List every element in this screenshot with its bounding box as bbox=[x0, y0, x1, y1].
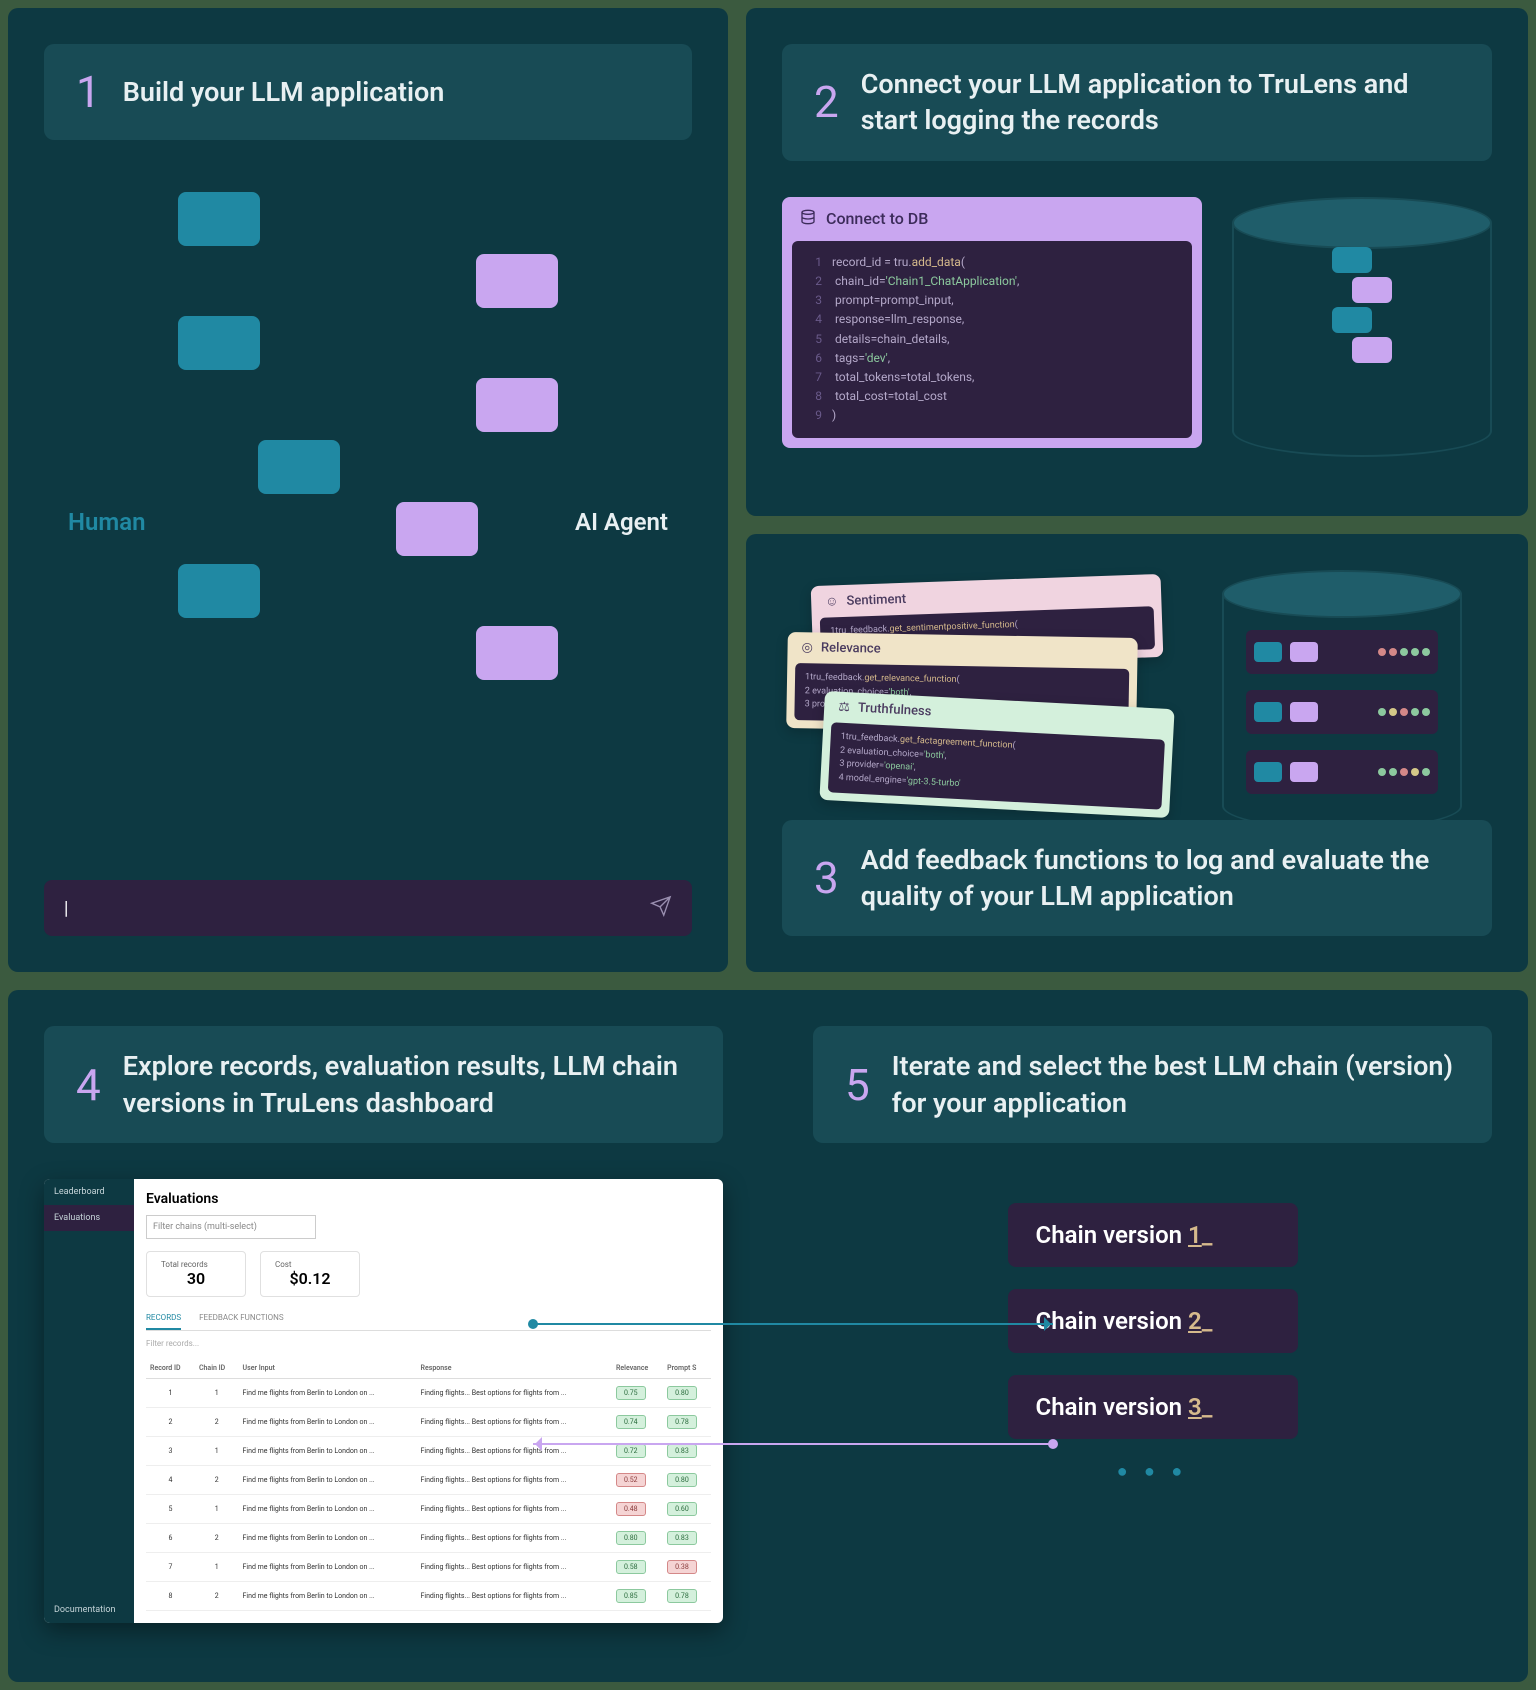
table-row[interactable]: 22Find me flights from Berlin to London … bbox=[146, 1408, 711, 1437]
step-4-card: 4 Explore records, evaluation results, L… bbox=[44, 1026, 723, 1143]
dashboard-tabs: RECORDS FEEDBACK FUNCTIONS bbox=[146, 1313, 711, 1331]
code-block: 1record_id = tru.add_data(2 chain_id='Ch… bbox=[792, 241, 1192, 438]
table-row[interactable]: 82Find me flights from Berlin to London … bbox=[146, 1582, 711, 1611]
feedback-icon: ☺ bbox=[825, 593, 839, 609]
table-row[interactable]: 11Find me flights from Berlin to London … bbox=[146, 1379, 711, 1408]
chain-version[interactable]: Chain version 3_ bbox=[1008, 1375, 1298, 1439]
human-bubble bbox=[178, 192, 260, 246]
step-title: Iterate and select the best LLM chain (v… bbox=[892, 1048, 1460, 1121]
chain-versions-list: Chain version 1_ Chain version 2_ Chain … bbox=[813, 1203, 1492, 1482]
eval-pipeline-row bbox=[1246, 630, 1438, 674]
more-indicator: ● ● ● bbox=[813, 1461, 1492, 1482]
feedback-icon: ⚖ bbox=[838, 699, 850, 715]
ai-bubble bbox=[476, 254, 558, 308]
tab-feedback[interactable]: FEEDBACK FUNCTIONS bbox=[199, 1313, 283, 1330]
mini-bubble bbox=[1332, 247, 1372, 273]
chat-illustration bbox=[178, 192, 558, 688]
feedback-card: ⚖Truthfulness1tru_feedback.get_factagree… bbox=[819, 691, 1174, 818]
tab-records[interactable]: RECORDS bbox=[146, 1313, 181, 1330]
feedback-icon: ◎ bbox=[801, 640, 813, 655]
records-filter[interactable]: Filter records... bbox=[146, 1339, 711, 1348]
eval-pipeline-row bbox=[1246, 690, 1438, 734]
step-title: Explore records, evaluation results, LLM… bbox=[123, 1048, 691, 1121]
arrow-from-chain bbox=[533, 1443, 1053, 1445]
step-number: 2 bbox=[814, 76, 839, 128]
sidebar-item[interactable]: Leaderboard bbox=[44, 1179, 134, 1205]
code-card: Connect to DB 1record_id = tru.add_data(… bbox=[782, 197, 1202, 448]
chat-input-bar[interactable] bbox=[44, 880, 692, 936]
database-icon bbox=[800, 209, 816, 229]
human-bubble bbox=[178, 564, 260, 618]
table-row[interactable]: 31Find me flights from Berlin to London … bbox=[146, 1437, 711, 1466]
feedback-cards-stack: ☺Sentiment1tru_feedback.get_sentimentpos… bbox=[782, 580, 1182, 820]
step-number: 5 bbox=[845, 1059, 870, 1111]
ai-bubble bbox=[476, 378, 558, 432]
step-number: 3 bbox=[814, 852, 839, 904]
step-number: 4 bbox=[76, 1059, 101, 1111]
send-icon[interactable] bbox=[650, 895, 672, 922]
panel-step3: ☺Sentiment1tru_feedback.get_sentimentpos… bbox=[746, 534, 1528, 973]
ai-bubble bbox=[476, 626, 558, 680]
database-cylinder bbox=[1222, 570, 1462, 830]
human-bubble bbox=[178, 316, 260, 370]
stat-card: Total records30 bbox=[146, 1251, 246, 1297]
eval-pipeline-row bbox=[1246, 750, 1438, 794]
mini-bubble bbox=[1332, 307, 1372, 333]
step-number: 1 bbox=[76, 66, 101, 118]
panel-step2: 2 Connect your LLM application to TruLen… bbox=[746, 8, 1528, 516]
mini-bubble bbox=[1352, 277, 1392, 303]
step-2-card: 2 Connect your LLM application to TruLen… bbox=[782, 44, 1492, 161]
records-table: Record IDChain IDUser InputResponseRelev… bbox=[146, 1358, 711, 1611]
table-row[interactable]: 42Find me flights from Berlin to London … bbox=[146, 1466, 711, 1495]
table-row[interactable]: 51Find me flights from Berlin to London … bbox=[146, 1495, 711, 1524]
code-header: Connect to DB bbox=[826, 209, 928, 228]
arrow-to-chain bbox=[533, 1323, 1053, 1325]
database-cylinder bbox=[1232, 197, 1492, 457]
human-bubble bbox=[258, 440, 340, 494]
step-title: Build your LLM application bbox=[123, 74, 445, 110]
dashboard-screenshot: Leaderboard Evaluations Documentation Ev… bbox=[44, 1179, 723, 1623]
sidebar-item[interactable]: Documentation bbox=[44, 1597, 134, 1623]
step-5-card: 5 Iterate and select the best LLM chain … bbox=[813, 1026, 1492, 1143]
panel-step5: 5 Iterate and select the best LLM chain … bbox=[777, 990, 1528, 1682]
chat-input[interactable] bbox=[64, 898, 650, 919]
dashboard-sidebar: Leaderboard Evaluations Documentation bbox=[44, 1179, 134, 1623]
human-label: Human bbox=[68, 508, 146, 536]
step-1-card: 1 Build your LLM application bbox=[44, 44, 692, 140]
page-title: Evaluations bbox=[146, 1191, 711, 1207]
step-title: Connect your LLM application to TruLens … bbox=[861, 66, 1460, 139]
chain-filter-select[interactable]: Filter chains (multi-select) bbox=[146, 1215, 316, 1239]
step-3-card: 3 Add feedback functions to log and eval… bbox=[782, 820, 1492, 937]
agent-label: AI Agent bbox=[575, 508, 668, 536]
chain-version[interactable]: Chain version 1_ bbox=[1008, 1203, 1298, 1267]
sidebar-item-active[interactable]: Evaluations bbox=[44, 1205, 134, 1231]
stat-card: Cost$0.12 bbox=[260, 1251, 360, 1297]
table-row[interactable]: 62Find me flights from Berlin to London … bbox=[146, 1524, 711, 1553]
step-title: Add feedback functions to log and evalua… bbox=[861, 842, 1460, 915]
table-row[interactable]: 71Find me flights from Berlin to London … bbox=[146, 1553, 711, 1582]
panel-step1: 1 Build your LLM application Human AI Ag… bbox=[8, 8, 728, 972]
panel-step4: 4 Explore records, evaluation results, L… bbox=[8, 990, 759, 1682]
mini-bubble bbox=[1352, 337, 1392, 363]
